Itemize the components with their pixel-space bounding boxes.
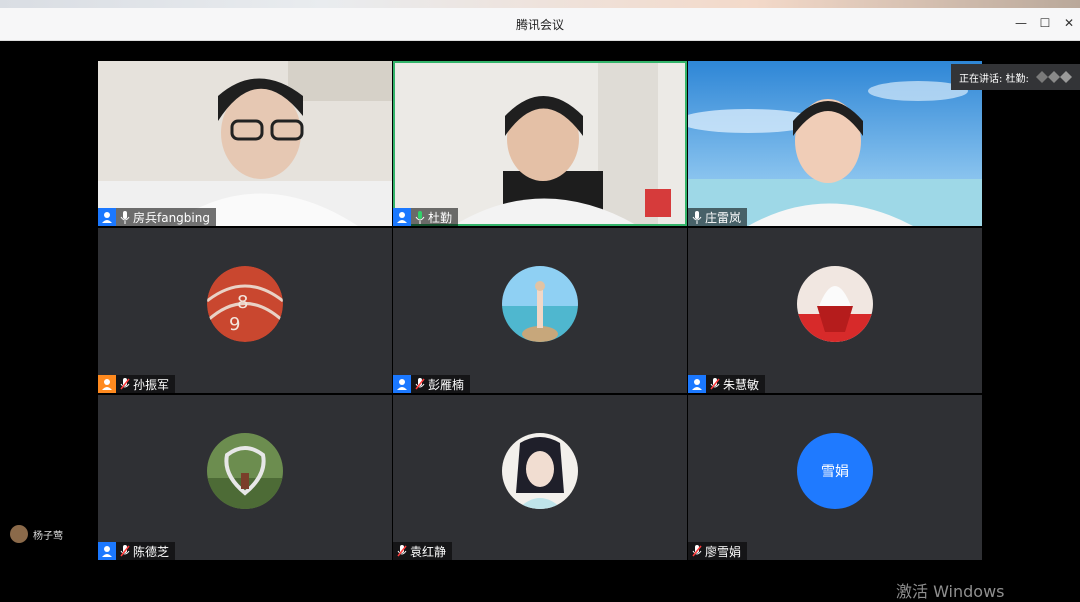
participant-namebar: 孙振军 [98, 375, 176, 393]
speaking-indicator: 正在讲话: 杜勤: [951, 64, 1080, 90]
mic-muted-icon [119, 544, 131, 558]
participant-name: 廖雪娟 [705, 544, 742, 559]
participant-name: 陈德芝 [133, 544, 170, 559]
mic-icon [691, 210, 703, 224]
minimize-icon: — [1015, 16, 1027, 30]
participant-namebar: 杜勤 [393, 208, 459, 226]
desktop-strip [0, 0, 1080, 8]
mic-muted-icon [414, 377, 426, 391]
participant-namebar: 陈德芝 [98, 542, 176, 560]
participant-name: 房兵fangbing [133, 210, 210, 225]
participant-tile[interactable]: 袁红静 [393, 395, 687, 560]
maximize-button[interactable]: ☐ [1036, 14, 1054, 32]
avatar [797, 265, 873, 342]
participant-name: 庄雷岚 [705, 210, 742, 225]
window-titlebar: 腾讯会议 — ☐ ✕ [0, 8, 1080, 41]
video-feed [688, 61, 982, 226]
participant-namebar: 袁红静 [393, 542, 453, 560]
participant-tile[interactable]: 89 孙振军 [98, 228, 392, 393]
maximize-icon: ☐ [1039, 16, 1051, 30]
participant-name: 袁红静 [410, 544, 447, 559]
close-button[interactable]: ✕ [1060, 14, 1078, 32]
participant-namebar: 廖雪娟 [688, 542, 748, 560]
user-icon [688, 375, 706, 393]
participant-name: 彭雁楠 [428, 377, 465, 392]
participant-tile[interactable]: 雪娟 廖雪娟 [688, 395, 982, 560]
video-feed [98, 61, 392, 226]
participant-namebar: 庄雷岚 [688, 208, 748, 226]
participant-tile[interactable]: 陈德芝 [98, 395, 392, 560]
sidebar-user[interactable]: 杨子莺 [10, 525, 63, 543]
close-icon: ✕ [1063, 16, 1075, 30]
svg-text:8: 8 [237, 292, 248, 313]
participant-name: 朱慧敏 [723, 377, 760, 392]
minimize-button[interactable]: — [1012, 14, 1030, 32]
speaking-text: 正在讲话: 杜勤: [959, 73, 1029, 85]
speaking-wave-icon [1036, 71, 1072, 83]
user-icon [393, 375, 411, 393]
user-icon [98, 375, 116, 393]
participant-tile[interactable]: 朱慧敏 [688, 228, 982, 393]
user-icon [98, 542, 116, 560]
mic-muted-icon [709, 377, 721, 391]
participant-tile[interactable]: 杜勤 [393, 61, 687, 226]
activation-watermark: 激活 Windows [896, 582, 1005, 601]
user-icon [393, 208, 411, 226]
avatar [207, 432, 283, 509]
participant-namebar: 彭雁楠 [393, 375, 471, 393]
sidebar-user-name: 杨子莺 [33, 530, 63, 542]
avatar: 89 [207, 265, 283, 342]
mic-muted-icon [396, 544, 408, 558]
participant-tile[interactable]: 庄雷岚 [688, 61, 982, 226]
participant-name: 孙振军 [133, 377, 170, 392]
video-feed [393, 61, 687, 226]
mic-active-icon [414, 210, 426, 224]
avatar [502, 432, 578, 509]
window-title: 腾讯会议 [515, 18, 564, 32]
svg-text:9: 9 [229, 314, 240, 335]
mic-muted-icon [119, 377, 131, 391]
avatar [502, 265, 578, 342]
participant-name: 杜勤 [428, 210, 453, 225]
mic-icon [119, 210, 131, 224]
user-icon [98, 208, 116, 226]
participant-tile[interactable]: 彭雁楠 [393, 228, 687, 393]
mic-muted-icon [691, 544, 703, 558]
participant-namebar: 房兵fangbing [98, 208, 216, 226]
avatar [10, 525, 28, 543]
participant-namebar: 朱慧敏 [688, 375, 766, 393]
participant-tile[interactable]: 房兵fangbing [98, 61, 392, 226]
meeting-stage: 房兵fangbing 杜勤 庄雷岚 8 9 孙振军 彭雁楠 朱慧敏 陈德芝 袁红… [0, 41, 1080, 602]
avatar-initials: 雪娟 [797, 432, 873, 509]
